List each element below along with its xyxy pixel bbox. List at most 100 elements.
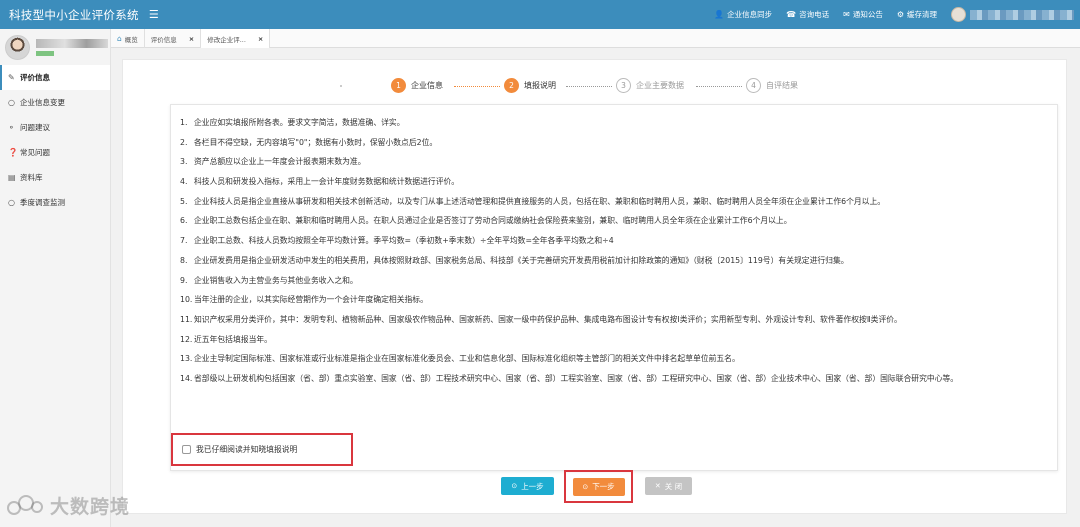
rule-number: 2.	[180, 137, 188, 147]
step-connector	[696, 86, 742, 87]
notice-icon: ✉	[843, 10, 850, 19]
rule-text: 资产总额应以企业上一年度会计报表期末数为准。	[194, 157, 366, 167]
rule-item: 11. 知识产权采用分类评价，其中：发明专利、植物新品种、国家级农作物品种、国家新…	[180, 313, 1020, 328]
rule-number: 13.	[180, 354, 193, 364]
rule-item: 1. 企业应如实填报所附各表。要求文字简洁，数据准确、详实。	[180, 116, 1020, 131]
tab-bar: ⌂ 概览 评价信息 × 修改企业评... ×	[111, 29, 1080, 48]
rule-number: 9.	[180, 275, 188, 285]
rule-number: 3.	[180, 157, 188, 167]
rule-text: 企业研发费用是指企业研发活动中发生的相关费用，具体按照财政部、国家税务总局、科技…	[194, 255, 849, 265]
step-self-eval-result[interactable]: 4 自评结果	[746, 78, 798, 93]
rule-item: 5. 企业科技人员是指企业直接从事研发和相关技术创新活动，以及专门从事上述活动管理…	[180, 195, 1020, 210]
rule-text: 各栏目不得空缺，无内容填写"0"；数据有小数时，保留小数点后2位。	[194, 137, 438, 147]
rule-item: 12. 近五年包括填报当年。	[180, 333, 1020, 348]
home-icon: ⌂	[117, 34, 122, 43]
close-icon[interactable]: ×	[189, 35, 194, 43]
avatar	[5, 34, 30, 60]
user-icon: 👤	[714, 10, 725, 19]
rule-number: 14.	[180, 373, 193, 383]
rule-text: 企业科技人员是指企业直接从事研发和相关技术创新活动，以及专门从事上述活动管理和提…	[194, 196, 886, 206]
online-status	[36, 50, 54, 56]
sidebar-item-library[interactable]: ▤ 资料库	[0, 165, 110, 190]
rule-number: 7.	[180, 236, 188, 246]
arrow-left-icon: ⊙	[511, 482, 518, 490]
check-circle-icon: ⊙	[582, 482, 589, 491]
rule-item: 7. 企业职工总数、科技人员数均按照全年平均数计算。季平均数=（季初数+季末数）÷…	[180, 234, 1020, 249]
rule-item: 14. 省部级以上研发机构包括国家（省、部）重点实验室、国家（省、部）工程技术研究…	[180, 372, 1020, 387]
rule-item: 4. 科技人员和研发投入指标，采用上一会计年度财务数据和统计数据进行评价。	[180, 175, 1020, 190]
main-content: 1 企业信息 2 填报说明 3 企业主要数据 4 自评结果 1. 企业应如实填报所附各表。…	[122, 59, 1067, 514]
close-button[interactable]: ✕ 关 闭	[645, 477, 692, 495]
rule-item: 8. 企业研发费用是指企业研发活动中发生的相关费用，具体按照财政部、国家税务总局、…	[180, 254, 1020, 269]
rule-number: 11.	[180, 314, 193, 324]
rule-number: 6.	[180, 216, 188, 226]
sidebar-item-company-change[interactable]: ○ 企业信息变更	[0, 90, 110, 115]
gear-icon: ⚙	[896, 10, 904, 19]
step-company-info[interactable]: 1 企业信息	[391, 78, 443, 93]
rule-item: 2. 各栏目不得空缺，无内容填写"0"；数据有小数时，保留小数点后2位。	[180, 136, 1020, 151]
rule-text: 近五年包括填报当年。	[194, 334, 272, 344]
rule-item: 6. 企业职工总数包括企业在职、兼职和临时聘用人员。在职人员通过企业是否签订了劳动…	[180, 214, 1020, 229]
rule-number: 4.	[180, 177, 188, 187]
app-title: 科技型中小企业评价系统	[9, 7, 139, 22]
user-panel	[0, 29, 110, 65]
agree-checkbox[interactable]	[182, 445, 191, 454]
phone-icon: ☎	[786, 10, 797, 19]
sidebar: ✎ 评价信息 ○ 企业信息变更 ⚬ 问题建议 ❓ 常见问题 ▤ 资料库 ○ 季度调查监测	[0, 29, 111, 527]
rule-number: 8.	[180, 255, 188, 265]
tab-evaluation-info[interactable]: 评价信息 ×	[145, 29, 202, 48]
rule-item: 3. 资产总额应以企业上一年度会计报表期末数为准。	[180, 155, 1020, 170]
agree-checkbox-row[interactable]: 我已仔细阅读并知晓填报说明	[171, 433, 353, 466]
prev-step-button[interactable]: ⊙ 上一步	[501, 477, 554, 495]
sidebar-item-quarterly-survey[interactable]: ○ 季度调查监测	[0, 190, 110, 215]
rule-text: 企业职工总数包括企业在职、兼职和临时聘用人员。在职人员通过企业是否签订了劳动合同…	[194, 216, 792, 226]
notice-link[interactable]: ✉ 通知公告	[843, 9, 883, 20]
sync-company-link[interactable]: 👤 企业信息同步	[714, 9, 772, 20]
folder-icon: ▤	[8, 173, 16, 182]
step-indicator: 1 企业信息 2 填报说明 3 企业主要数据 4 自评结果	[123, 73, 1068, 99]
step-main-data[interactable]: 3 企业主要数据	[616, 78, 684, 93]
rule-text: 企业主导制定国际标准、国家标准或行业标准是指企业在国家标准化委员会、工业和信息化…	[194, 354, 740, 364]
sidebar-item-faq[interactable]: ❓ 常见问题	[0, 140, 110, 165]
next-step-button[interactable]: ⊙ 下一步	[572, 477, 625, 496]
step-fill-instructions[interactable]: 2 填报说明	[504, 78, 556, 93]
blurred-username[interactable]	[970, 9, 1074, 20]
decorative-dot	[340, 85, 342, 87]
question-icon: ❓	[8, 148, 18, 157]
rules-list: 1. 企业应如实填报所附各表。要求文字简洁，数据准确、详实。 2. 各栏目不得空缺，无…	[180, 116, 1020, 392]
top-header: 科技型中小企业评价系统 ☰ 👤 企业信息同步 ☎ 咨询电话 ✉ 通知公告 ⚙ 缓存清理	[0, 0, 1080, 29]
rule-text: 企业职工总数、科技人员数均按照全年平均数计算。季平均数=（季初数+季末数）÷全年…	[194, 236, 614, 246]
hamburger-icon[interactable]: ☰	[149, 8, 159, 21]
rule-text: 企业销售收入为主营业务与其他业务收入之和。	[194, 275, 358, 285]
rule-text: 当年注册的企业，以其实际经营期作为一个会计年度确定相关指标。	[194, 295, 428, 305]
tab-edit-evaluation[interactable]: 修改企业评... ×	[201, 29, 271, 48]
circle-icon: ○	[8, 98, 15, 107]
sidebar-item-suggestions[interactable]: ⚬ 问题建议	[0, 115, 110, 140]
step-connector	[566, 86, 612, 87]
agree-label: 我已仔细阅读并知晓填报说明	[196, 445, 298, 454]
rule-number: 1.	[180, 118, 188, 127]
watermark-text: 大数跨境	[50, 496, 131, 518]
sidebar-item-evaluation[interactable]: ✎ 评价信息	[0, 65, 110, 90]
step-connector	[454, 86, 500, 87]
rule-text: 知识产权采用分类评价，其中：发明专利、植物新品种、国家级农作物品种、国家新药、国…	[194, 314, 902, 324]
instructions-panel: 1. 企业应如实填报所附各表。要求文字简洁，数据准确、详实。 2. 各栏目不得空缺，无…	[170, 104, 1058, 471]
circle-icon: ○	[8, 198, 15, 207]
rule-item: 10. 当年注册的企业，以其实际经营期作为一个会计年度确定相关指标。	[180, 293, 1020, 308]
rule-number: 10.	[180, 295, 193, 305]
next-button-highlight: ⊙ 下一步	[564, 470, 633, 503]
close-icon[interactable]: ×	[258, 35, 263, 43]
rule-number: 5.	[180, 196, 188, 206]
comment-icon: ⚬	[8, 123, 15, 132]
watermark: 大数跨境	[6, 492, 130, 519]
hotline-link[interactable]: ☎ 咨询电话	[786, 9, 829, 20]
user-avatar-small[interactable]	[951, 7, 966, 22]
rule-item: 13. 企业主导制定国际标准、国家标准或行业标准是指企业在国家标准化委员会、工业和…	[180, 352, 1020, 367]
tab-overview[interactable]: ⌂ 概览	[111, 29, 145, 48]
rule-text: 科技人员和研发投入指标，采用上一会计年度财务数据和统计数据进行评价。	[194, 177, 460, 187]
header-actions: 👤 企业信息同步 ☎ 咨询电话 ✉ 通知公告 ⚙ 缓存清理	[714, 0, 1080, 29]
blurred-user-name	[36, 38, 108, 48]
clear-cache-link[interactable]: ⚙ 缓存清理	[897, 9, 937, 20]
rule-item: 9. 企业销售收入为主营业务与其他业务收入之和。	[180, 274, 1020, 289]
close-icon: ✕	[654, 482, 661, 490]
